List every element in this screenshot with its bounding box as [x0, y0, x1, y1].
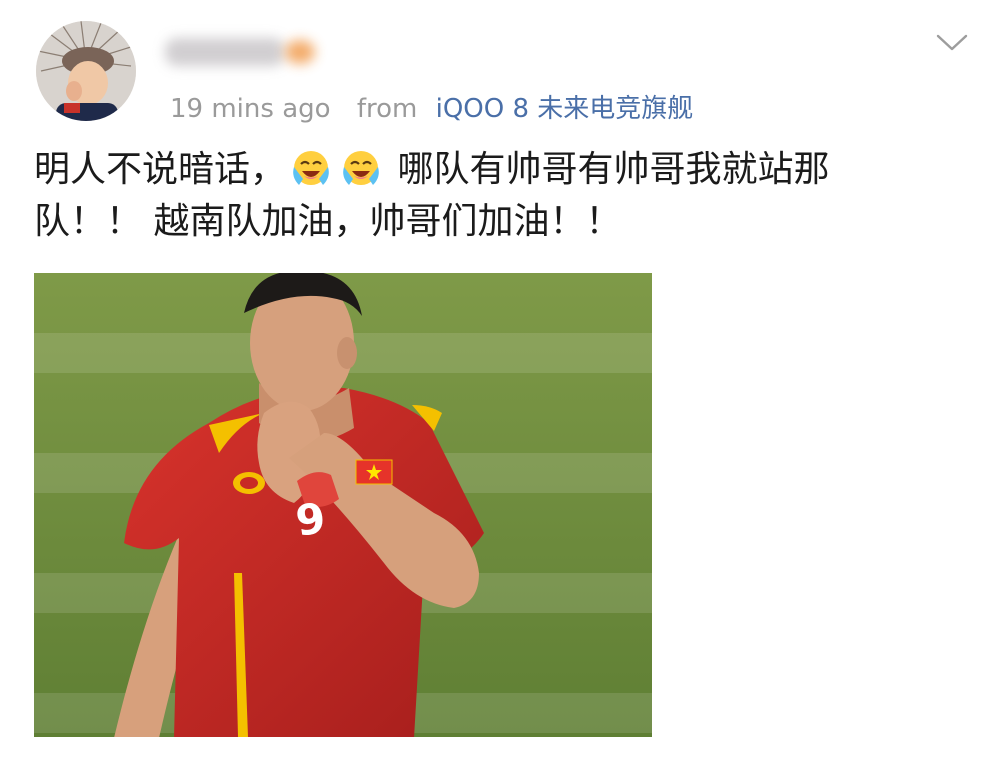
post-timestamp: 19 mins ago	[170, 94, 331, 124]
weibo-post: 19 mins ago from iQOO 8 未来电竞旗舰 明人不说暗话， 哪…	[0, 0, 1000, 758]
post-text-segment: 哪队有帅哥有帅哥我就站那	[397, 149, 830, 190]
photo-football-player	[34, 273, 652, 737]
post-text: 明人不说暗话， 哪队有帅哥有帅哥我就站那 队！！ 越南队加油，帅哥们加油！！	[34, 144, 934, 248]
username-blurred[interactable]	[165, 28, 325, 74]
post-meta: 19 mins ago from iQOO 8 未来电竞旗舰	[170, 88, 693, 124]
source-device-link[interactable]: iQOO 8 未来电竞旗舰	[436, 94, 694, 124]
laughing-crying-emoji-icon	[340, 147, 382, 189]
source-prefix: from	[356, 94, 418, 124]
post-text-line-1: 明人不说暗话， 哪队有帅哥有帅哥我就站那	[34, 144, 934, 196]
username-blur-mask	[165, 38, 285, 66]
post-text-segment: 明人不说暗话，	[34, 149, 287, 190]
avatar[interactable]	[36, 21, 136, 121]
verified-badge-icon	[285, 40, 315, 64]
post-text-line-2: 队！！ 越南队加油，帅哥们加油！！	[34, 201, 622, 242]
laughing-crying-emoji-icon	[290, 147, 332, 189]
chevron-down-icon[interactable]	[934, 30, 970, 54]
avatar-image	[36, 21, 136, 121]
post-photo[interactable]: 9	[34, 273, 652, 737]
